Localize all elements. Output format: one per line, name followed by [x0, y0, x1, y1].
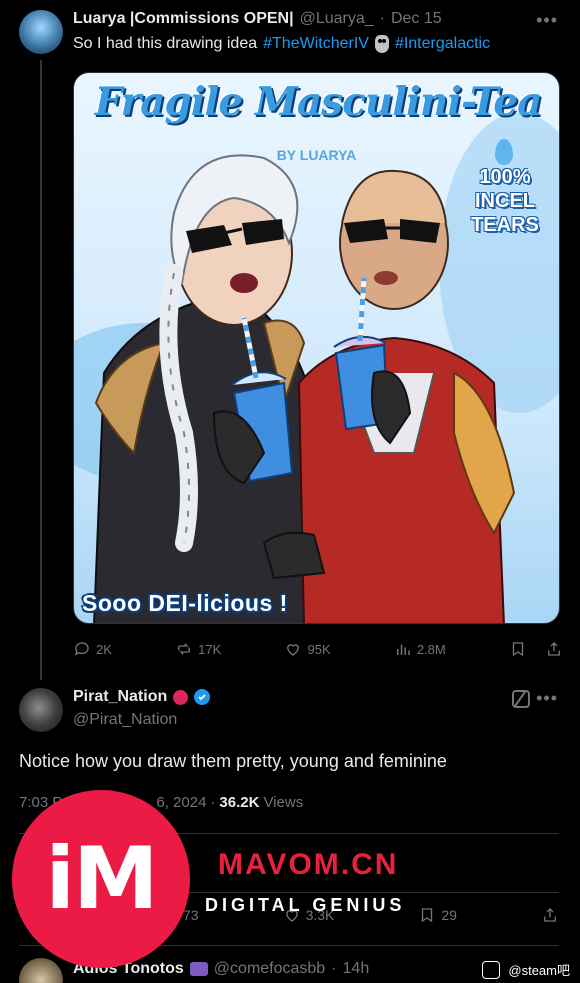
more-options-icon[interactable]: •••: [536, 10, 558, 31]
watermark-logo-text: iM: [45, 829, 158, 929]
views-count: 2.8M: [416, 641, 446, 657]
owl-emoji-icon: [374, 35, 389, 53]
display-name[interactable]: Luarya |Commissions OPEN|: [73, 10, 294, 28]
handle[interactable]: @Pirat_Nation: [73, 711, 177, 729]
views-label: Views: [263, 794, 304, 811]
separator: ·: [331, 960, 337, 977]
droplet-icon: [495, 139, 513, 165]
tweet-header: Pirat_Nation: [73, 688, 211, 706]
like-count: 95K: [307, 641, 331, 657]
watermark-subtitle: DIGITAL GENIUS: [205, 895, 406, 915]
artwork-tagline: Sooo DEI-licious !: [82, 590, 288, 616]
app-icon: [482, 960, 501, 979]
reply-button[interactable]: 2K: [73, 640, 112, 658]
badge-text: 100% INCEL TEARS: [471, 166, 539, 236]
handle[interactable]: @Luarya_: [300, 10, 374, 28]
bookmark-icon[interactable]: [509, 640, 527, 658]
tweet-text-prefix: So I had this drawing idea: [73, 35, 258, 52]
display-name[interactable]: Pirat_Nation: [73, 688, 167, 706]
hashtag-link[interactable]: #TheWitcherIV: [263, 35, 369, 53]
bookmark-icon: [418, 906, 436, 924]
watermark-logo: iM: [12, 790, 190, 968]
avatar[interactable]: [19, 958, 63, 983]
timestamp[interactable]: 14h: [343, 960, 370, 978]
hashtag-link[interactable]: #Intergalactic: [395, 35, 490, 53]
more-options-icon[interactable]: •••: [536, 688, 558, 709]
share-icon[interactable]: [545, 640, 563, 658]
separator: ·: [210, 794, 216, 811]
repost-button[interactable]: 17K: [175, 640, 221, 658]
bookmark-button[interactable]: 29: [418, 906, 457, 924]
share-button[interactable]: [541, 906, 559, 924]
handle[interactable]: @comefocasbb: [214, 960, 325, 978]
reply-count: 2K: [96, 641, 112, 657]
verified-badge-icon: [194, 689, 211, 705]
timestamp[interactable]: Dec 15: [391, 10, 442, 28]
grok-icon[interactable]: [512, 690, 530, 708]
views-button[interactable]: 2.8M: [394, 640, 446, 658]
views-count: 36.2K: [219, 794, 260, 811]
like-button[interactable]: 95K: [284, 640, 331, 658]
reply-button[interactable]: 73: [183, 907, 199, 923]
reply-icon: [73, 640, 91, 658]
tweet-header: Luarya |Commissions OPEN| @Luarya_ · Dec…: [73, 10, 442, 28]
artwork-title: Fragile Masculini-Tea: [94, 79, 543, 125]
tweet-image[interactable]: Fragile Masculini-Tea BY LUARYA 100% INC…: [73, 72, 560, 624]
source-watermark: @steam吧: [482, 960, 570, 979]
space-invader-emoji-icon: [189, 962, 208, 976]
watermark-brand: MAVOM.CN: [218, 848, 399, 881]
bookmark-share-group: [509, 640, 563, 658]
reply-count: 73: [183, 907, 199, 923]
separator: ·: [379, 10, 385, 27]
share-icon: [541, 906, 559, 924]
date[interactable]: 6, 2024: [156, 794, 206, 811]
heart-icon: [284, 640, 302, 658]
analytics-icon: [394, 640, 412, 658]
repost-count: 17K: [198, 641, 222, 657]
avatar[interactable]: [19, 10, 63, 54]
bookmark-count: 29: [441, 907, 457, 923]
artwork-badge: 100% INCEL TEARS: [465, 139, 545, 259]
thread-connector-line: [40, 60, 42, 680]
tweet-text: Notice how you draw them pretty, young a…: [19, 751, 447, 771]
avatar[interactable]: [19, 688, 63, 732]
tweet-action-bar: 2K 17K 95K 2.8M: [73, 640, 563, 658]
red-circle-icon: [173, 689, 189, 705]
source-watermark-text: @steam吧: [508, 963, 570, 978]
repost-icon: [175, 640, 193, 658]
tweet-text: So I had this drawing idea #TheWitcherIV…: [73, 35, 490, 53]
